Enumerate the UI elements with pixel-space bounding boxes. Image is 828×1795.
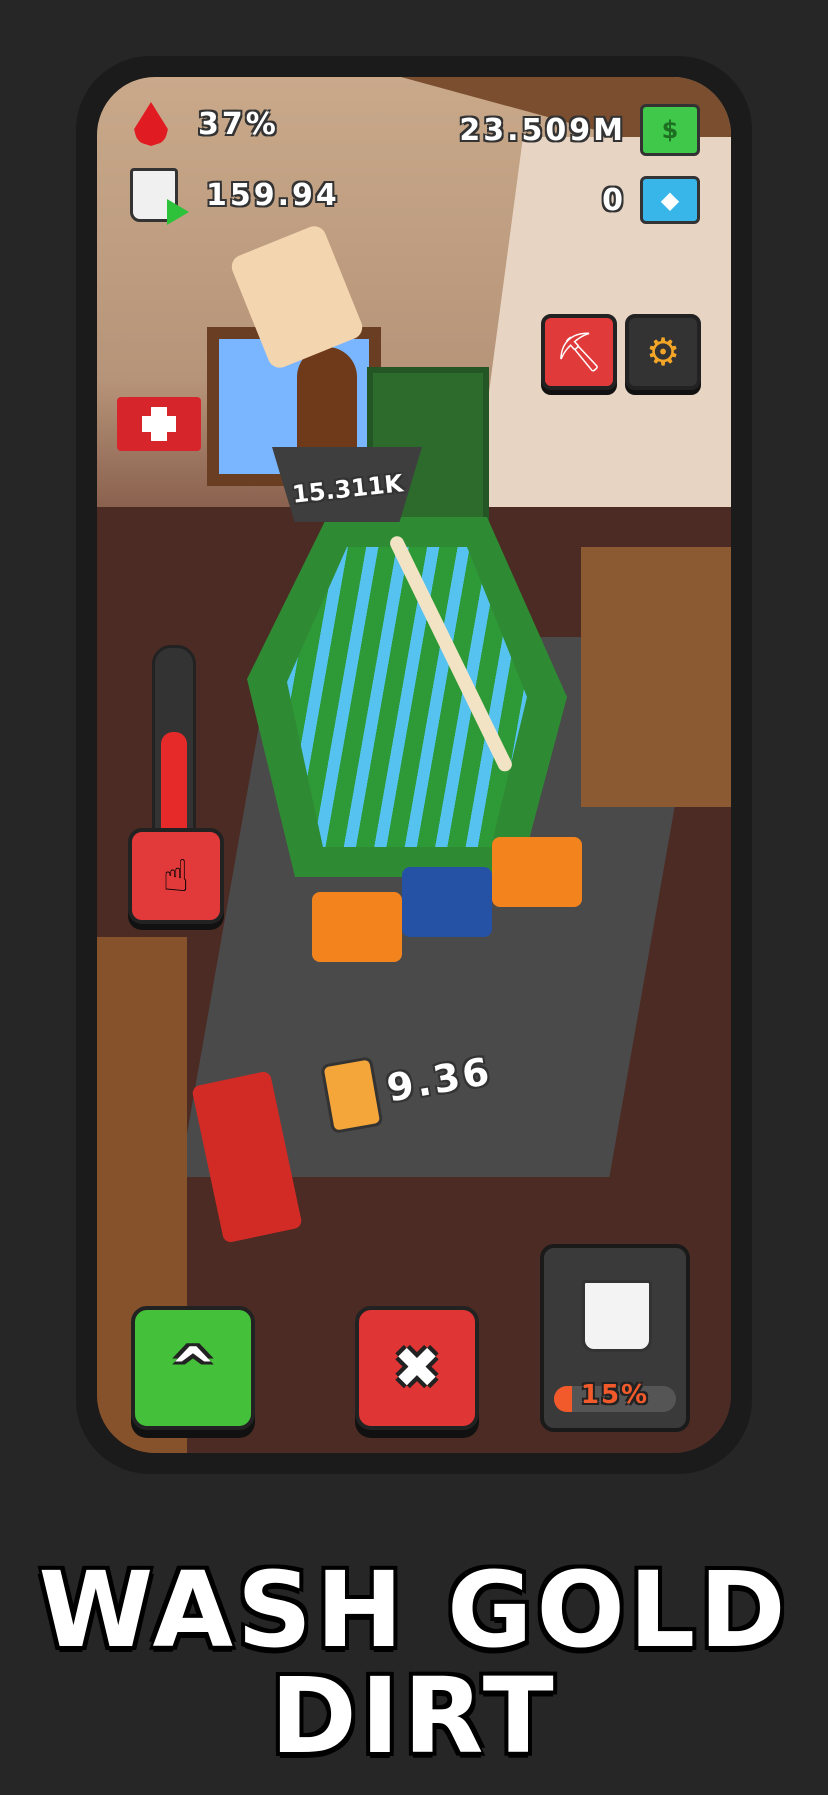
pickaxe-icon: ⛏ bbox=[554, 329, 604, 374]
cash-amount: 23.509M bbox=[459, 112, 626, 148]
cash-stat: 23.509M $ bbox=[459, 104, 700, 156]
bucket-count: 159.94 bbox=[206, 177, 340, 213]
pour-meter-fill bbox=[161, 732, 187, 842]
headline-line-2: DIRT bbox=[270, 1655, 558, 1777]
gold-jar-icon bbox=[320, 1056, 384, 1135]
bucket-stat: 159.94 bbox=[130, 168, 340, 225]
tool-shelf bbox=[581, 547, 731, 807]
gear-icon: ⚙ bbox=[645, 330, 681, 374]
first-aid-kit bbox=[117, 397, 201, 451]
pour-meter bbox=[152, 645, 196, 851]
tap-hand-icon: ☝ bbox=[162, 850, 190, 902]
droplet-icon bbox=[134, 102, 168, 146]
gem-count: 0 bbox=[602, 182, 626, 218]
dirt-bucket-icon bbox=[130, 168, 189, 225]
upgrade-button[interactable]: ^ bbox=[131, 1306, 255, 1430]
catch-bucket-gold bbox=[402, 867, 492, 937]
upgrade-label: ^ bbox=[169, 1335, 217, 1401]
dirt-bucket-icon bbox=[582, 1280, 652, 1352]
cancel-button[interactable]: ✖ bbox=[355, 1306, 479, 1430]
bucket-fill-percent: 15% bbox=[580, 1380, 650, 1410]
catch-bucket-right bbox=[492, 837, 582, 907]
jar-amount: 9.36 bbox=[383, 1048, 496, 1111]
bucket-fill-panel[interactable]: 15% bbox=[540, 1244, 690, 1432]
water-percent: 37% bbox=[198, 106, 279, 142]
cash-icon: $ bbox=[640, 104, 700, 156]
gem-stat: 0 ◆ bbox=[602, 176, 700, 224]
headline-line-1: WASH GOLD bbox=[38, 1549, 790, 1671]
tap-button[interactable]: ☝ bbox=[128, 828, 224, 924]
cancel-label: ✖ bbox=[393, 1335, 441, 1401]
pickaxe-button[interactable]: ⛏ bbox=[541, 314, 617, 390]
catch-bucket-left bbox=[312, 892, 402, 962]
settings-button[interactable]: ⚙ bbox=[625, 314, 701, 390]
play-icon bbox=[167, 199, 189, 225]
diamond-icon: ◆ bbox=[640, 176, 700, 224]
water-stat: 37% bbox=[134, 102, 279, 146]
